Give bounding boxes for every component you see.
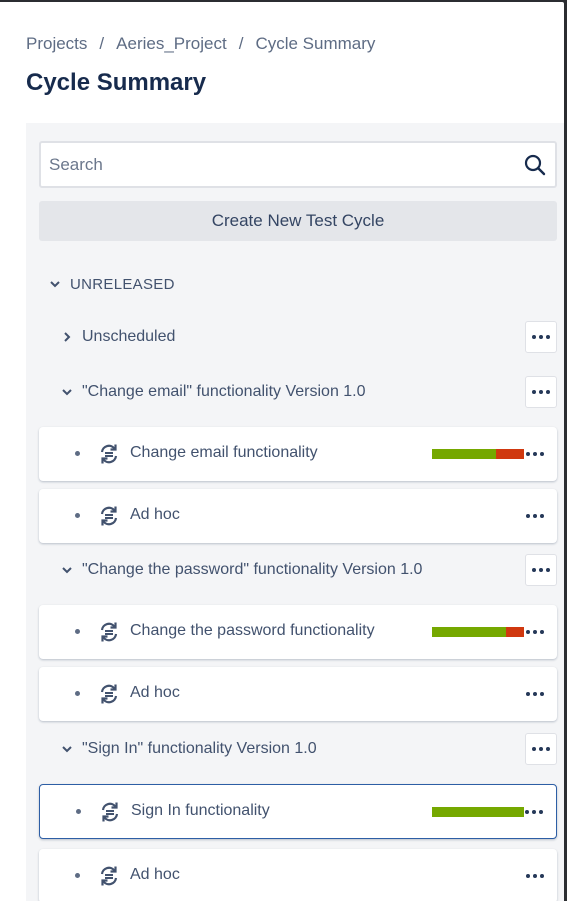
tree-node-version[interactable]: "Change email" functionality Version 1.0: [60, 383, 366, 401]
more-options-button[interactable]: [518, 796, 550, 828]
more-options-icon: [532, 390, 550, 394]
more-options-icon: [525, 810, 543, 814]
breadcrumb-current[interactable]: Cycle Summary: [255, 34, 375, 53]
cycle-name: Sign In functionality: [131, 802, 270, 819]
more-options-button[interactable]: [519, 616, 551, 648]
page-title: Cycle Summary: [26, 69, 207, 96]
more-options-button[interactable]: [519, 500, 551, 532]
cycle-card[interactable]: Ad hoc: [39, 667, 557, 721]
tree-node-label: "Change the password" functionality Vers…: [82, 561, 423, 578]
bullet: [75, 629, 80, 634]
execution-progress-bar: [432, 807, 524, 817]
chevron-down-icon: [60, 385, 74, 399]
tree-node-label: Unscheduled: [82, 328, 176, 345]
cycle-name: Ad hoc: [130, 506, 180, 523]
cycle-card-selected[interactable]: Sign In functionality: [39, 784, 557, 839]
tree-node-label: "Sign In" functionality Version 1.0: [82, 740, 317, 757]
breadcrumb-projects[interactable]: Projects: [26, 34, 87, 53]
breadcrumb: Projects / Aeries_Project / Cycle Summary: [26, 34, 375, 54]
create-test-cycle-button[interactable]: Create New Test Cycle: [39, 201, 557, 241]
bullet: [75, 451, 80, 456]
cycle-card[interactable]: Change the password functionality: [39, 605, 557, 659]
breadcrumb-project[interactable]: Aeries_Project: [116, 34, 227, 53]
more-options-button[interactable]: [519, 438, 551, 470]
breadcrumb-separator: /: [238, 34, 244, 53]
test-cycle-icon: [100, 866, 118, 886]
breadcrumb-separator: /: [99, 34, 105, 53]
more-options-button[interactable]: [519, 678, 551, 710]
test-cycle-icon: [100, 506, 118, 526]
more-options-icon: [532, 568, 550, 572]
search-input[interactable]: [41, 143, 515, 186]
more-options-icon: [526, 630, 544, 634]
search-icon[interactable]: [515, 145, 555, 185]
test-cycle-icon: [100, 444, 118, 464]
bullet: [75, 691, 80, 696]
more-options-button[interactable]: [525, 733, 557, 765]
tree-node-unreleased[interactable]: UNRELEASED: [48, 276, 175, 293]
progress-pass-segment: [432, 627, 506, 637]
progress-pass-segment: [432, 449, 497, 459]
more-options-icon: [532, 335, 550, 339]
more-options-icon: [532, 747, 550, 751]
progress-pass-segment: [432, 807, 524, 817]
tree-node-label: "Change email" functionality Version 1.0: [82, 383, 366, 400]
cycle-card[interactable]: Ad hoc: [39, 849, 557, 901]
more-options-icon: [526, 692, 544, 696]
more-options-button[interactable]: [525, 376, 557, 408]
tree-node-label: UNRELEASED: [70, 276, 175, 293]
bullet: [76, 809, 81, 814]
more-options-button[interactable]: [525, 554, 557, 586]
more-options-button[interactable]: [525, 321, 557, 353]
cycle-name: Ad hoc: [130, 684, 180, 701]
test-cycle-icon: [101, 802, 119, 822]
more-options-button[interactable]: [519, 860, 551, 892]
tree-node-version[interactable]: "Change the password" functionality Vers…: [60, 561, 422, 579]
tree-node-version[interactable]: "Sign In" functionality Version 1.0: [60, 740, 317, 758]
more-options-icon: [526, 452, 544, 456]
bullet: [75, 873, 80, 878]
execution-progress-bar: [432, 627, 524, 637]
bullet: [75, 513, 80, 518]
cycle-name: Ad hoc: [130, 866, 180, 883]
more-options-icon: [526, 514, 544, 518]
execution-progress-bar: [432, 449, 524, 459]
cycle-tree-panel: Create New Test Cycle UNRELEASED Unsched…: [26, 123, 564, 901]
test-cycle-icon: [100, 684, 118, 704]
test-cycle-icon: [100, 622, 118, 642]
cycle-card[interactable]: Ad hoc: [39, 489, 557, 543]
search-box: [39, 141, 557, 188]
cycle-summary-page: Projects / Aeries_Project / Cycle Summary Cy…: [0, 2, 564, 901]
chevron-down-icon: [60, 563, 74, 577]
more-options-icon: [526, 874, 544, 878]
tree-node-unscheduled[interactable]: Unscheduled: [60, 328, 175, 346]
cycle-card[interactable]: Change email functionality: [39, 427, 557, 481]
chevron-down-icon: [60, 742, 74, 756]
cycle-name: Change the password functionality: [130, 622, 375, 639]
cycle-name: Change email functionality: [130, 444, 318, 461]
chevron-right-icon: [60, 330, 74, 344]
chevron-down-icon: [48, 278, 62, 292]
